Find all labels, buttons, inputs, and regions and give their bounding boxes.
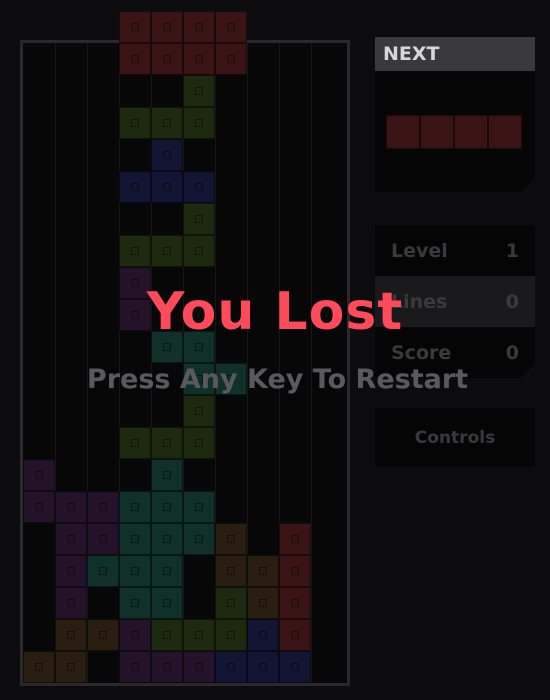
board-block xyxy=(151,587,183,619)
board-block xyxy=(119,619,151,651)
next-piece-block xyxy=(386,115,420,149)
board-block xyxy=(87,555,119,587)
board-block xyxy=(183,331,215,363)
lines-value: 0 xyxy=(505,290,519,313)
board-block xyxy=(279,523,311,555)
board-block xyxy=(55,619,87,651)
board-block xyxy=(87,491,119,523)
board-block xyxy=(119,107,151,139)
board-block xyxy=(119,267,151,299)
board-block xyxy=(151,555,183,587)
board-block xyxy=(247,587,279,619)
board-block xyxy=(215,619,247,651)
board-block xyxy=(151,491,183,523)
score-row: Score 0 xyxy=(375,327,535,378)
board-block xyxy=(55,523,87,555)
board-block xyxy=(151,427,183,459)
board-block xyxy=(279,619,311,651)
board-block xyxy=(119,555,151,587)
board-gridline xyxy=(311,43,312,683)
level-label: Level xyxy=(391,239,448,262)
board-block xyxy=(183,43,215,75)
board-block xyxy=(183,107,215,139)
panel-corner-notch xyxy=(521,178,535,192)
board-gridline xyxy=(87,43,88,683)
board-block xyxy=(151,171,183,203)
board-block xyxy=(183,75,215,107)
board-block xyxy=(119,171,151,203)
level-row: Level 1 xyxy=(375,225,535,276)
board-block xyxy=(247,555,279,587)
next-piece-block xyxy=(420,115,454,149)
board-block xyxy=(119,523,151,555)
board-block xyxy=(183,427,215,459)
board-block xyxy=(215,11,247,43)
board-block xyxy=(215,43,247,75)
board-block xyxy=(119,299,151,331)
board-block xyxy=(279,587,311,619)
board-block xyxy=(23,491,55,523)
board-block xyxy=(183,171,215,203)
board-block xyxy=(55,587,87,619)
board-block xyxy=(183,523,215,555)
panel-corner-notch xyxy=(521,364,535,378)
board-block xyxy=(151,11,183,43)
board-block xyxy=(87,619,119,651)
board-block xyxy=(55,555,87,587)
board-block xyxy=(279,555,311,587)
score-value: 0 xyxy=(505,341,519,364)
board-block xyxy=(183,363,215,395)
board-block xyxy=(119,235,151,267)
board-block xyxy=(183,395,215,427)
board-block xyxy=(183,235,215,267)
board-block xyxy=(183,651,215,683)
board-block xyxy=(183,203,215,235)
board-block xyxy=(279,651,311,683)
sidebar: NEXT Level 1 Lines 0 Score 0 Controls xyxy=(375,37,535,467)
board-block xyxy=(119,427,151,459)
board-block xyxy=(23,651,55,683)
next-piece-block xyxy=(488,115,522,149)
board-block xyxy=(119,43,151,75)
board-block xyxy=(151,651,183,683)
board-block xyxy=(215,555,247,587)
board-block xyxy=(215,587,247,619)
board-block xyxy=(119,491,151,523)
board-block xyxy=(183,491,215,523)
board-block xyxy=(55,651,87,683)
board-block xyxy=(119,587,151,619)
board-block xyxy=(23,459,55,491)
next-label: NEXT xyxy=(375,37,535,71)
board-block xyxy=(183,11,215,43)
board-block xyxy=(119,11,151,43)
board-block xyxy=(151,523,183,555)
board-block xyxy=(151,139,183,171)
next-piece-panel: NEXT xyxy=(375,37,535,192)
game-board xyxy=(20,11,350,686)
board-block xyxy=(151,619,183,651)
board-block xyxy=(247,619,279,651)
board-block xyxy=(151,459,183,491)
board-block xyxy=(215,651,247,683)
board-block xyxy=(55,491,87,523)
next-piece-block xyxy=(454,115,488,149)
score-label: Score xyxy=(391,341,452,364)
board-block xyxy=(215,523,247,555)
board-block xyxy=(87,523,119,555)
board-block xyxy=(119,651,151,683)
lines-label: Lines xyxy=(391,290,448,313)
level-value: 1 xyxy=(505,239,519,262)
board-block xyxy=(151,43,183,75)
controls-button[interactable]: Controls xyxy=(375,408,535,467)
stats-panel: Level 1 Lines 0 Score 0 xyxy=(375,225,535,378)
board-block xyxy=(151,107,183,139)
board-block xyxy=(247,651,279,683)
lines-row: Lines 0 xyxy=(375,276,535,327)
board-block xyxy=(151,331,183,363)
board-block xyxy=(183,619,215,651)
board-block xyxy=(151,235,183,267)
board-block xyxy=(215,363,247,395)
next-piece-preview xyxy=(375,71,535,192)
